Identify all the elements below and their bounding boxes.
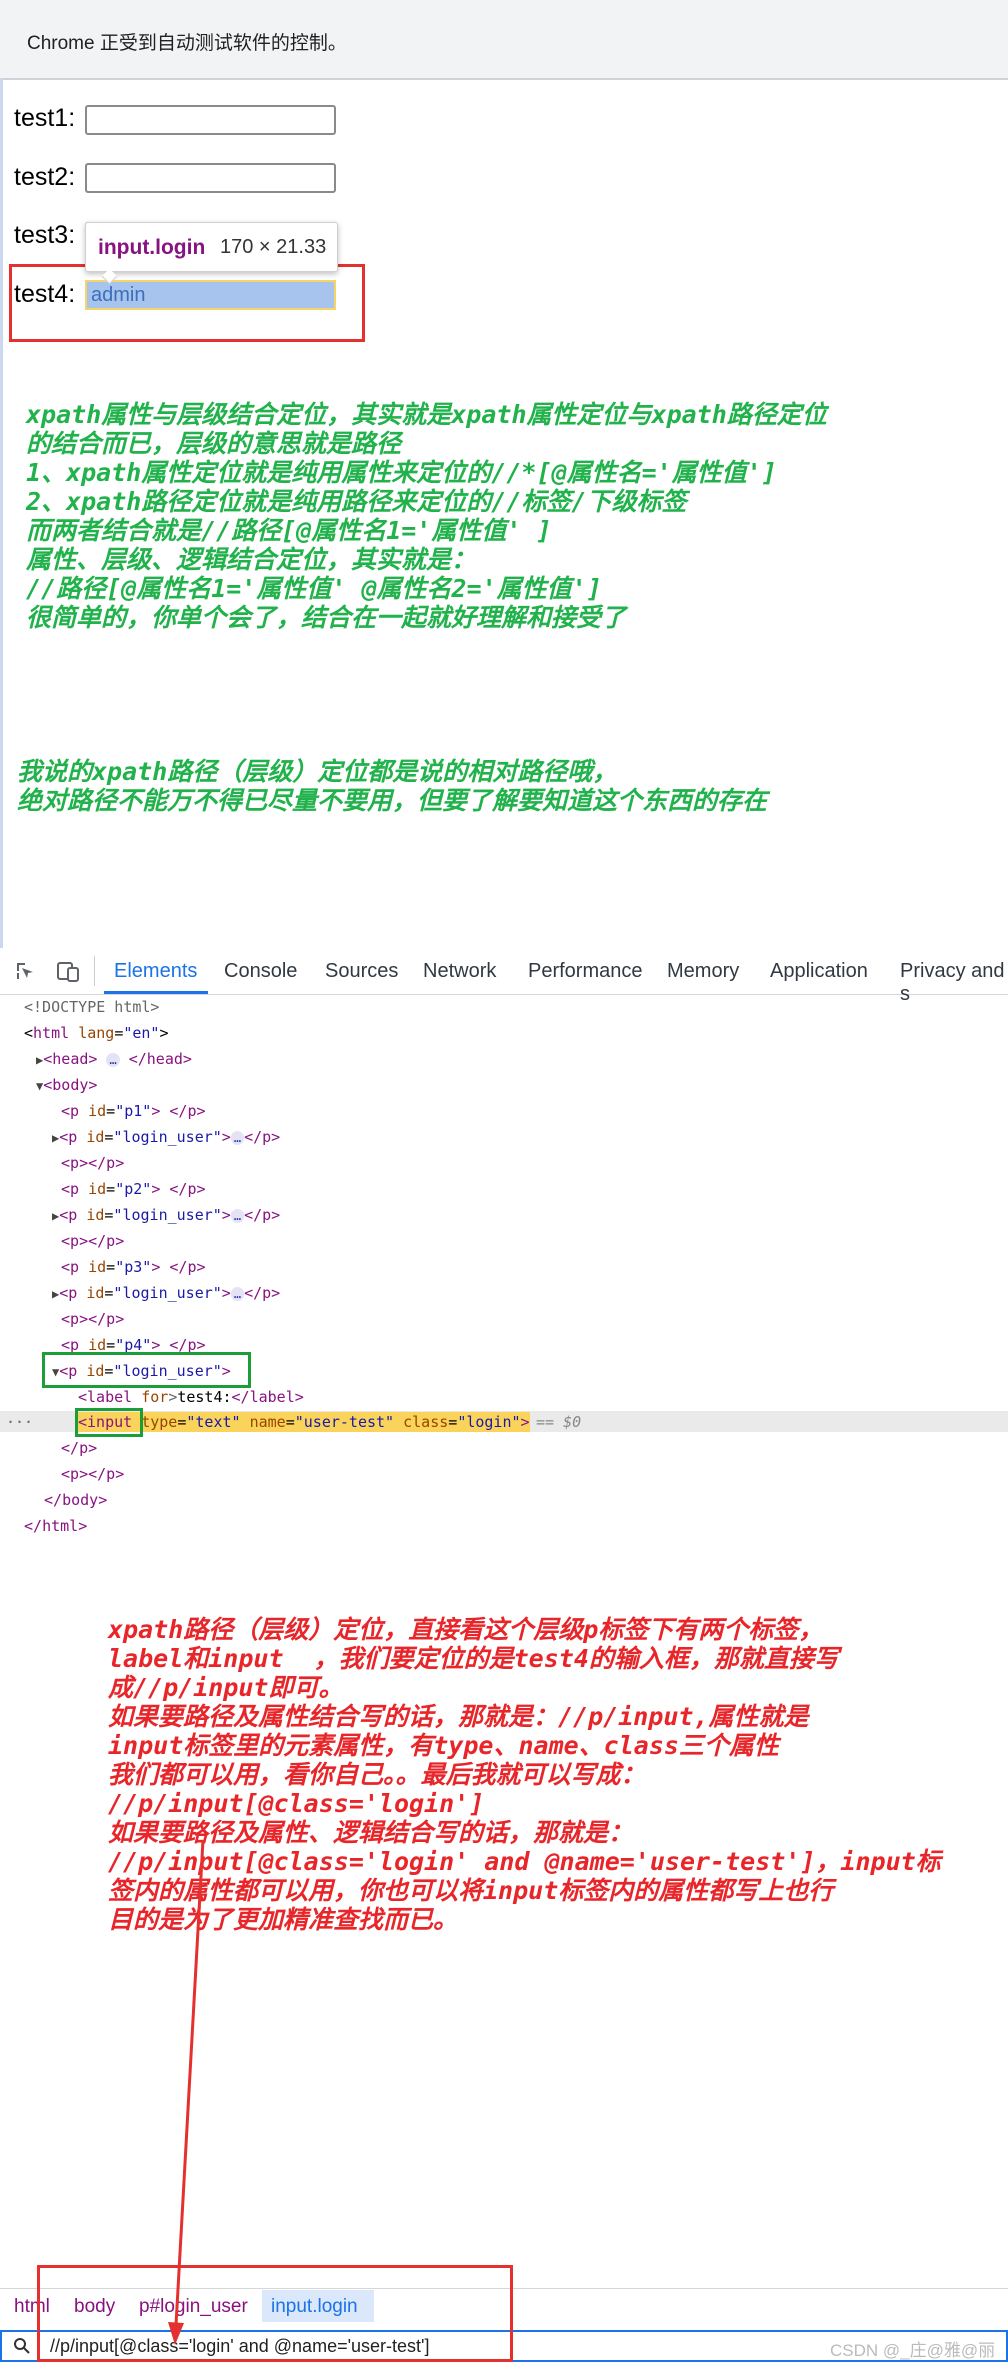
annotation-arrow-icon: [168, 1839, 205, 2345]
